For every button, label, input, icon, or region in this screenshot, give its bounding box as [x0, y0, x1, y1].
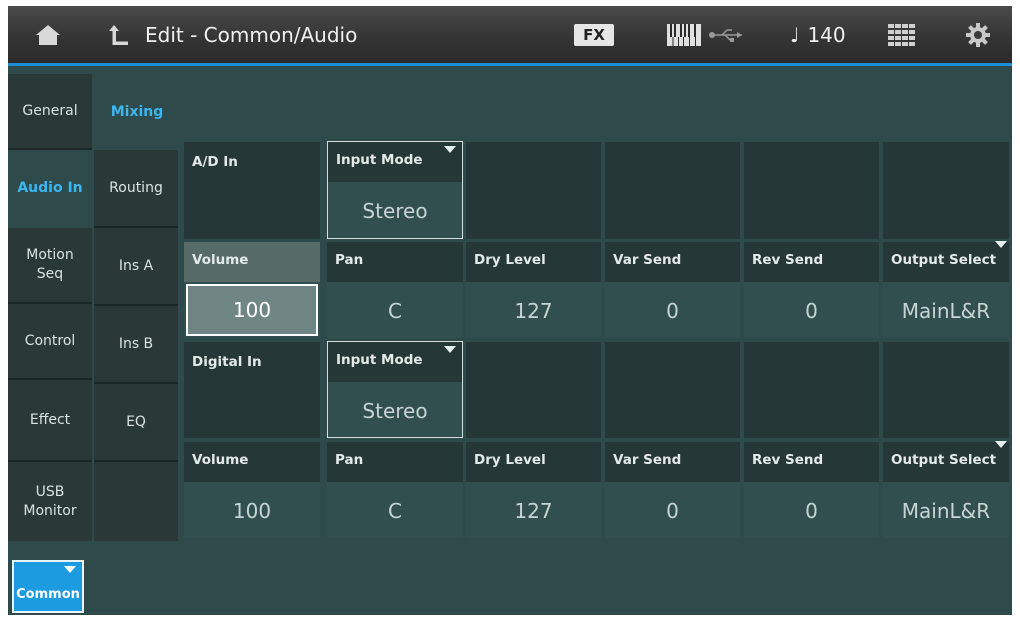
- digital-in-output-select-value: MainL&R: [901, 499, 991, 523]
- ad-in-rev-send-value: 0: [805, 299, 818, 323]
- digital-in-input-mode-value: Stereo: [362, 398, 428, 423]
- ad-in-pan-label: Pan: [327, 242, 463, 282]
- ad-in-rev-send-label: Rev Send: [744, 242, 879, 282]
- tempo-value: 140: [807, 23, 846, 47]
- digital-in-output-select[interactable]: Output Select MainL&R: [883, 441, 1009, 538]
- digital-in-dry-level-value: 127: [514, 499, 553, 523]
- ad-in-volume[interactable]: Volume 100: [184, 242, 320, 338]
- digital-in-pan-value: C: [388, 499, 402, 523]
- nav-usb-monitor[interactable]: USB Monitor: [8, 462, 92, 543]
- screen: Edit - Common/Audio FX ♩ 140 General Aud…: [8, 6, 1012, 615]
- ad-in-label-cell: A/D In: [184, 142, 320, 239]
- nav-motion-seq[interactable]: Motion Seq: [8, 228, 92, 304]
- empty-cell: [466, 342, 601, 438]
- common-button-label: Common: [16, 587, 80, 602]
- ad-in-var-send-value: 0: [666, 299, 679, 323]
- ad-in-var-send-label: Var Send: [605, 242, 740, 282]
- quarter-note-icon: ♩: [790, 23, 800, 47]
- ad-in-var-send[interactable]: Var Send 0: [605, 242, 740, 338]
- page-title: Edit - Common/Audio: [145, 23, 358, 47]
- empty-cell: [605, 342, 740, 438]
- digital-in-dry-level-label: Dry Level: [466, 442, 601, 482]
- nav-routing[interactable]: Routing: [94, 150, 178, 228]
- keyboard-icon: [666, 23, 702, 47]
- top-bar: Edit - Common/Audio FX ♩ 140: [8, 6, 1012, 64]
- nav-empty: [94, 462, 178, 543]
- bottom-bar: [8, 541, 1012, 615]
- digital-in-volume-value: 100: [232, 499, 272, 523]
- gear-icon[interactable]: [961, 20, 995, 50]
- back-arrow-icon[interactable]: [106, 20, 132, 50]
- ad-in-pan-value: C: [388, 299, 402, 323]
- digital-in-rev-send-value: 0: [805, 499, 818, 523]
- fx-indicator[interactable]: FX: [574, 24, 614, 46]
- dropdown-triangle-icon: [64, 566, 76, 573]
- ad-in-input-mode[interactable]: Input Mode Stereo: [327, 141, 463, 239]
- empty-cell: [744, 142, 879, 239]
- tab-mixing[interactable]: Mixing: [94, 74, 180, 150]
- ad-in-dry-level[interactable]: Dry Level 127: [466, 242, 601, 338]
- ad-in-output-select[interactable]: Output Select MainL&R: [883, 241, 1009, 338]
- digital-in-output-select-label: Output Select: [883, 442, 1009, 482]
- empty-cell: [744, 342, 879, 438]
- nav-control[interactable]: Control: [8, 304, 92, 380]
- home-icon[interactable]: [30, 20, 66, 50]
- quick-access-grid-icon[interactable]: [884, 22, 920, 48]
- digital-in-rev-send[interactable]: Rev Send 0: [744, 442, 879, 538]
- digital-in-var-send-value: 0: [666, 499, 679, 523]
- nav-effect[interactable]: Effect: [8, 380, 92, 462]
- ad-in-pan[interactable]: Pan C: [327, 242, 463, 338]
- ad-in-output-select-value: MainL&R: [901, 299, 991, 323]
- ad-in-dry-level-label: Dry Level: [466, 242, 601, 282]
- digital-in-label: Digital In: [192, 354, 262, 370]
- dropdown-triangle-icon: [995, 441, 1007, 448]
- digital-in-input-mode[interactable]: Input Mode Stereo: [327, 341, 463, 438]
- digital-in-pan-label: Pan: [327, 442, 463, 482]
- ad-in-output-select-label: Output Select: [883, 242, 1009, 282]
- ad-in-input-mode-value: Stereo: [362, 199, 428, 223]
- digital-in-volume-label: Volume: [184, 442, 320, 482]
- digital-in-var-send-label: Var Send: [605, 442, 740, 482]
- empty-cell: [605, 142, 740, 239]
- dropdown-triangle-icon: [995, 241, 1007, 248]
- nav-ins-b[interactable]: Ins B: [94, 306, 178, 384]
- digital-in-dry-level[interactable]: Dry Level 127: [466, 442, 601, 538]
- top-bar-accent-line: [8, 63, 1012, 66]
- digital-in-rev-send-label: Rev Send: [744, 442, 879, 482]
- ad-in-volume-label: Volume: [184, 242, 320, 282]
- ad-in-volume-value: 100: [186, 284, 318, 336]
- nav-general[interactable]: General: [8, 74, 92, 150]
- nav-eq[interactable]: EQ: [94, 384, 178, 462]
- nav-audio-in[interactable]: Audio In: [8, 150, 92, 228]
- tempo-display[interactable]: ♩ 140: [790, 20, 846, 50]
- digital-in-input-mode-label: Input Mode: [328, 342, 462, 382]
- empty-cell: [883, 342, 1009, 438]
- dropdown-triangle-icon: [444, 146, 456, 153]
- empty-cell: [883, 142, 1009, 239]
- nav-ins-a[interactable]: Ins A: [94, 228, 178, 306]
- usb-icon: [707, 26, 747, 44]
- digital-in-volume[interactable]: Volume 100: [184, 442, 320, 538]
- ad-in-input-mode-label: Input Mode: [328, 142, 462, 182]
- digital-in-label-cell: Digital In: [184, 342, 320, 438]
- ad-in-label: A/D In: [192, 154, 238, 170]
- digital-in-pan[interactable]: Pan C: [327, 442, 463, 538]
- ad-in-dry-level-value: 127: [514, 299, 553, 323]
- ad-in-rev-send[interactable]: Rev Send 0: [744, 242, 879, 338]
- common-button[interactable]: Common: [12, 560, 84, 613]
- dropdown-triangle-icon: [444, 346, 456, 353]
- empty-cell: [466, 142, 601, 239]
- digital-in-var-send[interactable]: Var Send 0: [605, 442, 740, 538]
